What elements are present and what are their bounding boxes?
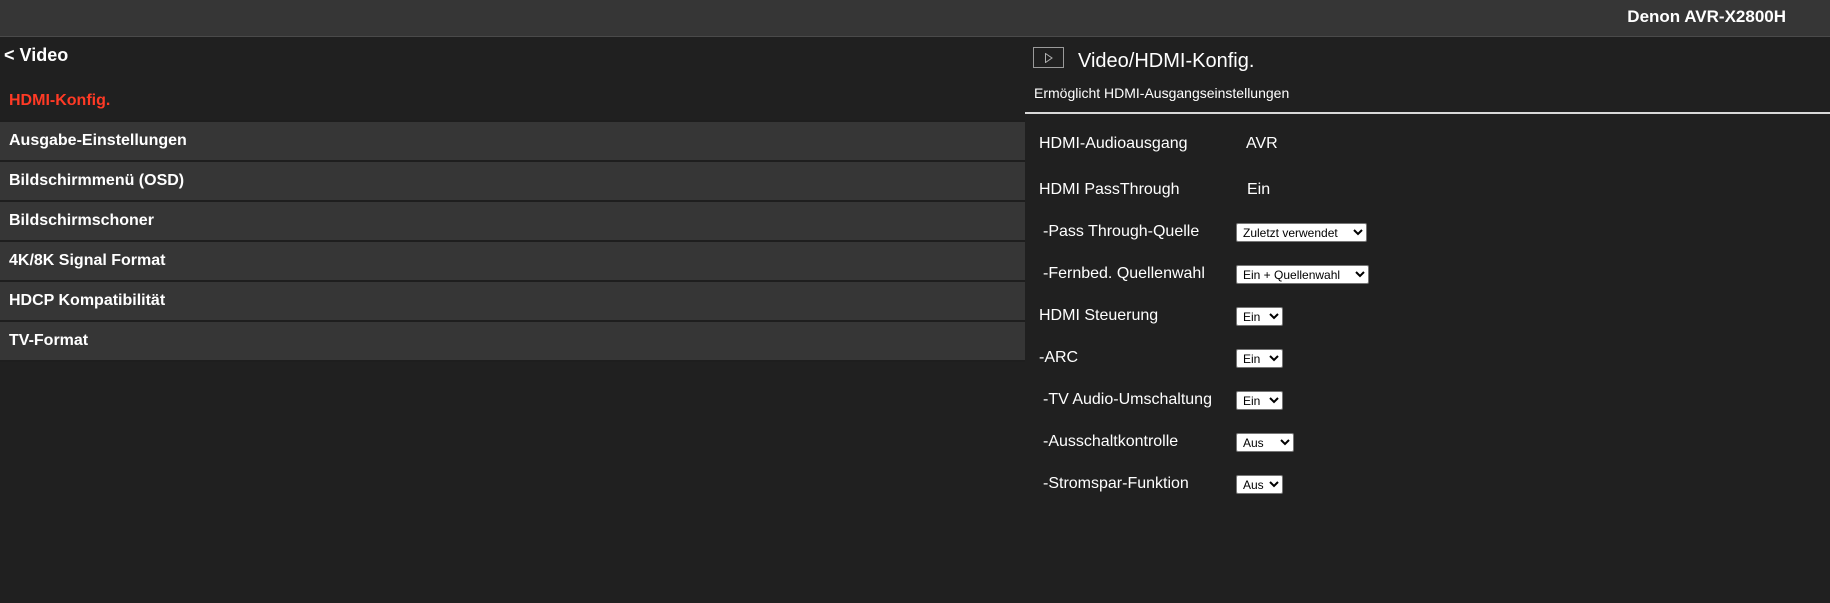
menu-item-bildschirmschoner[interactable]: Bildschirmschoner	[0, 202, 1025, 242]
setting-label: HDMI Steuerung	[1039, 307, 1159, 324]
setting-label: -Ausschaltkontrolle	[1043, 433, 1179, 450]
tv-audio-umschaltung-select[interactable]: Ein	[1236, 391, 1283, 410]
play-button[interactable]	[1033, 47, 1064, 68]
setting-label: HDMI PassThrough	[1039, 181, 1180, 198]
setting-label: HDMI-Audioausgang	[1039, 135, 1188, 152]
back-button[interactable]: < Video	[4, 45, 68, 66]
stromspar-funktion-select[interactable]: Aus	[1236, 475, 1283, 494]
fernbed-quellenwahl-select[interactable]: Ein + Quellenwahl	[1236, 265, 1369, 284]
video-menu: HDMI-Konfig. Ausgabe-Einstellungen Bilds…	[0, 82, 1025, 362]
play-icon	[1045, 53, 1053, 63]
top-bar: Denon AVR-X2800H	[0, 0, 1830, 37]
setting-label: -ARC	[1039, 349, 1079, 366]
setting-row-pass-through-quelle: -Pass Through-Quelle Zuletzt verwendet	[1025, 217, 1830, 247]
setting-row-stromspar-funktion: -Stromspar-Funktion Aus	[1025, 469, 1830, 499]
hdmi-steuerung-select[interactable]: Ein	[1236, 307, 1283, 326]
setting-row-hdmi-passthrough: HDMI PassThrough Ein	[1025, 175, 1830, 205]
setting-row-tv-audio-umschaltung: -TV Audio-Umschaltung Ein	[1025, 385, 1830, 415]
setting-label: -TV Audio-Umschaltung	[1043, 391, 1212, 408]
setting-row-ausschaltkontrolle: -Ausschaltkontrolle Aus	[1025, 427, 1830, 457]
setting-row-hdmi-steuerung: HDMI Steuerung Ein	[1025, 301, 1830, 331]
page-description: Ermöglicht HDMI-Ausgangseinstellungen	[1034, 85, 1290, 101]
settings-panel: Video/HDMI-Konfig. Ermöglicht HDMI-Ausga…	[1025, 37, 1830, 603]
setting-label: -Pass Through-Quelle	[1043, 223, 1200, 240]
setting-value: AVR	[1246, 135, 1278, 152]
menu-item-bildschirmmenue-osd[interactable]: Bildschirmmenü (OSD)	[0, 162, 1025, 202]
menu-item-hdmi-konfig[interactable]: HDMI-Konfig.	[0, 82, 1025, 122]
menu-item-tv-format[interactable]: TV-Format	[0, 322, 1025, 362]
menu-item-ausgabe-einstellungen[interactable]: Ausgabe-Einstellungen	[0, 122, 1025, 162]
menu-item-hdcp-kompatibilitaet[interactable]: HDCP Kompatibilität	[0, 282, 1025, 322]
setting-label: -Fernbed. Quellenwahl	[1043, 265, 1205, 282]
header-divider	[1025, 112, 1830, 114]
pass-through-quelle-select[interactable]: Zuletzt verwendet	[1236, 223, 1367, 242]
setting-row-hdmi-audioausgang: HDMI-Audioausgang AVR	[1025, 129, 1830, 159]
setting-label: -Stromspar-Funktion	[1043, 475, 1189, 492]
arc-select[interactable]: Ein	[1236, 349, 1283, 368]
ausschaltkontrolle-select[interactable]: Aus	[1236, 433, 1294, 452]
setting-row-fernbed-quellenwahl: -Fernbed. Quellenwahl Ein + Quellenwahl	[1025, 259, 1830, 289]
device-model-title: Denon AVR-X2800H	[1627, 7, 1786, 26]
page-title: Video/HDMI-Konfig.	[1078, 50, 1255, 72]
setting-row-arc: -ARC Ein	[1025, 343, 1830, 373]
setting-value: Ein	[1247, 181, 1271, 198]
menu-item-signal-format[interactable]: 4K/8K Signal Format	[0, 242, 1025, 282]
